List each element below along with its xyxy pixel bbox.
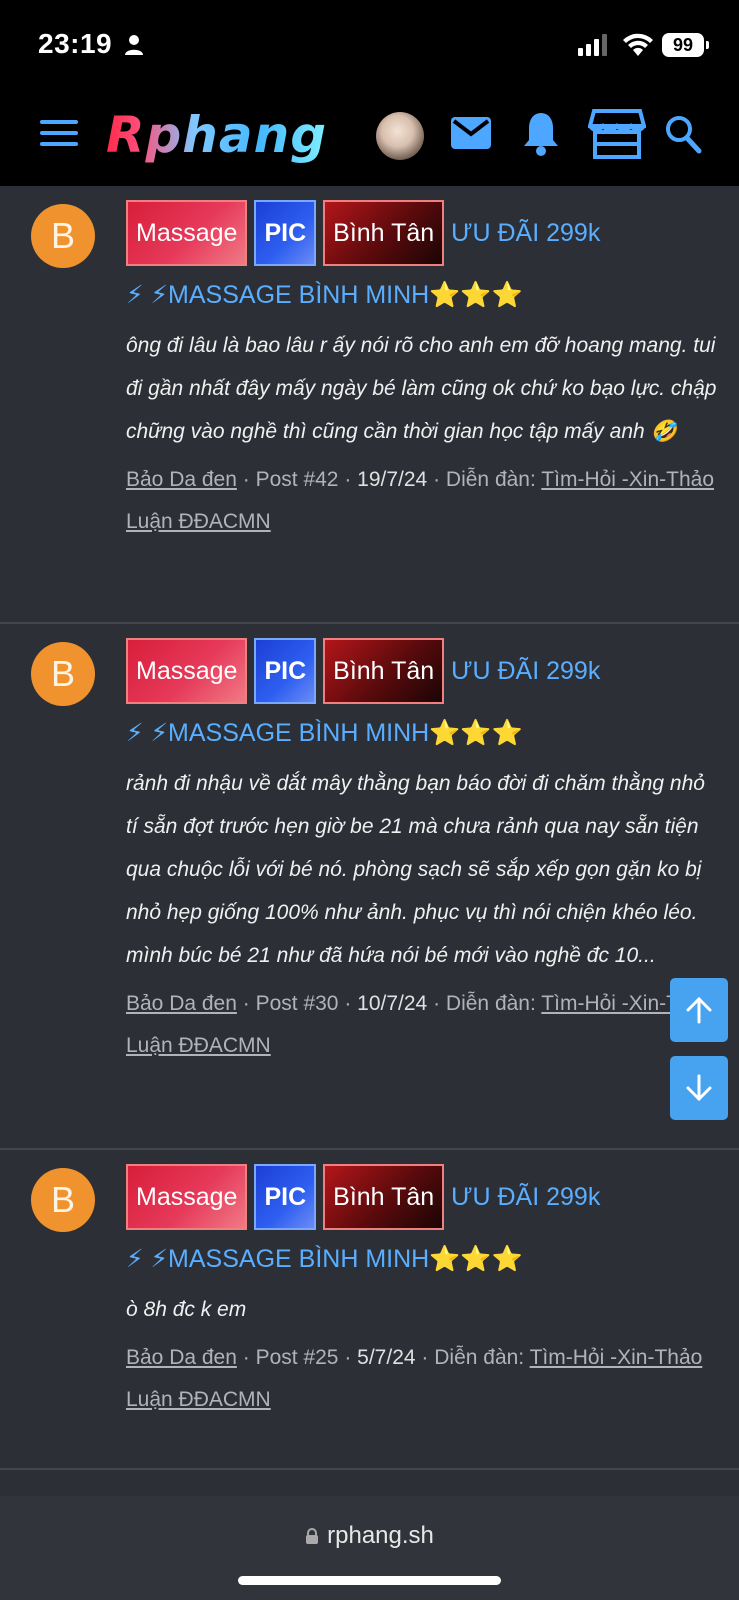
site-logo[interactable]: Rphang [106,106,327,164]
author-link[interactable]: Bảo Da đen [126,468,237,491]
forum-label: Diễn đàn: [434,1346,525,1369]
thread-title: Massage PIC Bình Tân ƯU ĐÃI 299k [126,638,719,704]
mail-icon[interactable] [450,116,492,150]
thread-title-text[interactable]: ƯU ĐÃI 299k [451,657,600,686]
post-item: B Massage PIC Bình Tân ƯU ĐÃI 299k ⚡ ⚡MA… [0,186,739,624]
browser-url-bar[interactable]: rphang.sh [0,1496,739,1600]
url-display[interactable]: rphang.sh [0,1522,739,1550]
post-date: 10/7/24 [357,992,428,1015]
post-meta: Bảo Da đen · Post #25 · 5/7/24 · Diễn đà… [126,1346,703,1411]
post-item: B Massage PIC Bình Tân ƯU ĐÃI 299k ⚡ ⚡MA… [0,1150,739,1470]
post-item: B Massage PIC Bình Tân ƯU ĐÃI 299k ⚡ ⚡MA… [0,624,739,1150]
battery-icon: 99 [662,33,709,57]
status-time: 23:19 [38,28,113,59]
post-number: Post #30 [255,992,339,1015]
post-excerpt[interactable]: ò 8h đc k em [126,1288,719,1331]
avatar[interactable]: B [31,1168,95,1232]
arrow-down-icon [686,1074,712,1102]
signal-icon [578,34,607,56]
tag-massage[interactable]: Massage [126,200,248,266]
post-excerpt[interactable]: ông đi lâu là bao lâu r ấy nói rõ cho an… [126,324,719,453]
thread-title: Massage PIC Bình Tân ƯU ĐÃI 299k [126,200,719,266]
post-date: 5/7/24 [357,1346,416,1369]
scroll-bottom-button[interactable] [670,1056,728,1120]
post-number: Post #25 [255,1346,339,1369]
home-indicator[interactable] [238,1576,501,1585]
post-meta: Bảo Da đen · Post #42 · 19/7/24 · Diễn đ… [126,468,714,533]
scroll-top-button[interactable] [670,978,728,1042]
post-number: Post #42 [255,468,339,491]
tag-pic[interactable]: PIC [254,1164,317,1230]
author-link[interactable]: Bảo Da đen [126,1346,237,1369]
tag-area[interactable]: Bình Tân [323,200,445,266]
avatar[interactable]: B [31,204,95,268]
arrow-up-icon [686,996,712,1024]
thread-subtitle[interactable]: ⚡ ⚡MASSAGE BÌNH MINH⭐⭐⭐ [126,270,719,320]
lock-icon [306,1528,319,1544]
post-excerpt[interactable]: rảnh đi nhậu về dắt mây thằng bạn báo đờ… [126,762,719,977]
thread-title-text[interactable]: ƯU ĐÃI 299k [451,1183,600,1212]
menu-icon[interactable] [40,120,78,150]
post-date: 19/7/24 [357,468,428,491]
tag-area[interactable]: Bình Tân [323,1164,445,1230]
tag-pic[interactable]: PIC [254,638,317,704]
thread-title-text[interactable]: ƯU ĐÃI 299k [451,219,600,248]
tag-massage[interactable]: Massage [126,638,248,704]
forum-label: Diễn đàn: [445,468,536,491]
store-icon[interactable] [588,108,646,160]
author-link[interactable]: Bảo Da đen [126,992,237,1015]
site-header: Rphang [0,92,739,186]
tag-massage[interactable]: Massage [126,1164,248,1230]
user-avatar[interactable] [376,112,424,160]
thread-title: Massage PIC Bình Tân ƯU ĐÃI 299k [126,1164,719,1230]
wifi-icon [623,33,653,56]
status-bar: 23:19 99 [0,0,739,92]
tag-area[interactable]: Bình Tân [323,638,445,704]
avatar[interactable]: B [31,642,95,706]
tag-pic[interactable]: PIC [254,200,317,266]
url-text: rphang.sh [327,1522,434,1549]
search-results-feed: B Massage PIC Bình Tân ƯU ĐÃI 299k ⚡ ⚡MA… [0,186,739,1470]
person-icon [125,35,143,55]
thread-subtitle[interactable]: ⚡ ⚡MASSAGE BÌNH MINH⭐⭐⭐ [126,708,719,758]
search-icon[interactable] [664,114,702,154]
bell-icon[interactable] [522,110,560,156]
forum-label: Diễn đàn: [445,992,536,1015]
post-meta: Bảo Da đen · Post #30 · 10/7/24 · Diễn đ… [126,992,714,1057]
thread-subtitle[interactable]: ⚡ ⚡MASSAGE BÌNH MINH⭐⭐⭐ [126,1234,719,1284]
